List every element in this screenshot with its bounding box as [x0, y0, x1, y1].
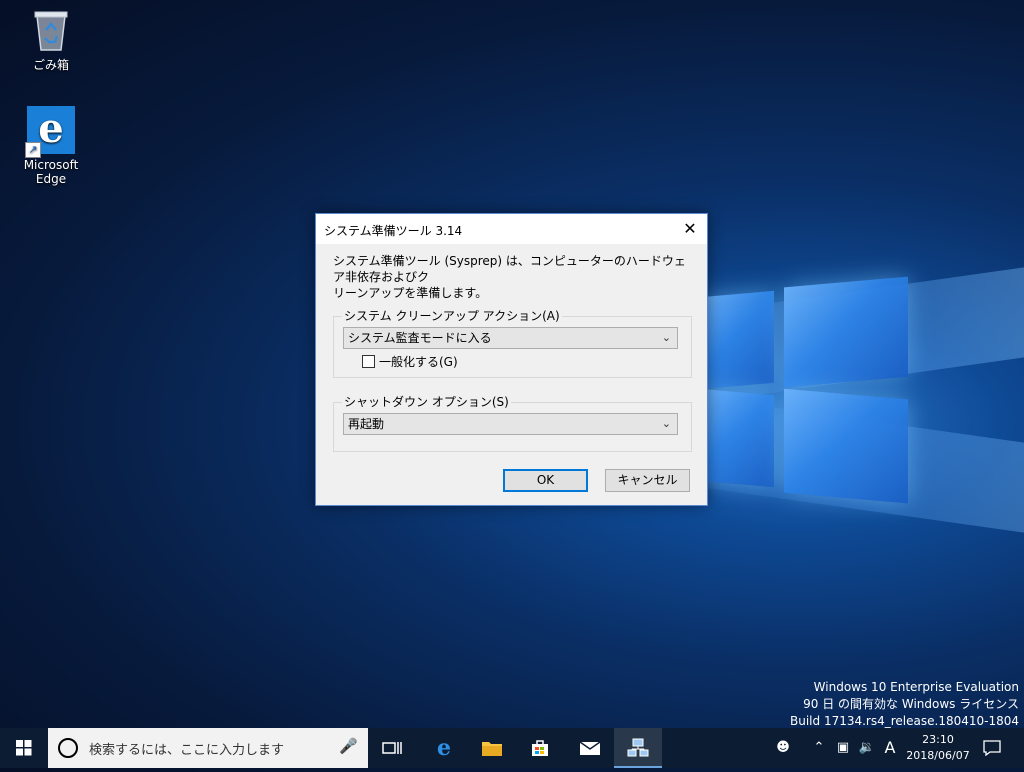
- chevron-down-icon: ⌄: [661, 331, 671, 344]
- taskbar: 検索するには、ここに入力します 🎤 e ☻ ⌃ ▣ 🔉 A 23:10 2018…: [0, 728, 1024, 768]
- shutdown-option-dropdown[interactable]: 再起動 ⌄: [343, 413, 678, 435]
- dialog-description: システム準備ツール (Sysprep) は、コンピューターのハードウェア非依存お…: [333, 254, 686, 300]
- show-hidden-icons-chevron-up-icon[interactable]: ⌃: [810, 728, 828, 768]
- desktop-icon-label: ごみ箱: [32, 58, 69, 72]
- ime-mode-indicator[interactable]: A: [880, 728, 900, 768]
- generalize-checkbox[interactable]: 一般化する(G): [362, 355, 458, 369]
- clock-date: 2018/06/07: [906, 749, 970, 762]
- sysprep-taskbar-icon[interactable]: [614, 728, 662, 768]
- cleanup-action-group: システム クリーンアップ アクション(A) システム監査モードに入る ⌄ 一般化…: [333, 309, 692, 378]
- cleanup-action-label: システム クリーンアップ アクション(A): [342, 309, 562, 323]
- shortcut-arrow-icon: ↗: [25, 142, 41, 158]
- desktop-icon-label: Microsoft Edge: [23, 158, 79, 186]
- search-placeholder: 検索するには、ここに入力します: [89, 743, 285, 758]
- dialog-title: システム準備ツール 3.14: [324, 224, 463, 238]
- system-clock[interactable]: 23:10 2018/06/07: [901, 732, 975, 764]
- microphone-icon[interactable]: 🎤: [339, 737, 358, 755]
- cortana-icon[interactable]: [58, 738, 78, 758]
- wallpaper-windows-logo: [700, 262, 912, 512]
- cleanup-action-dropdown[interactable]: システム監査モードに入る ⌄: [343, 327, 678, 349]
- generalize-label: 一般化する(G): [379, 355, 458, 369]
- volume-icon[interactable]: 🔉: [856, 728, 878, 768]
- chevron-down-icon: ⌄: [661, 417, 671, 430]
- desktop-icon-recycle-bin[interactable]: ごみ箱: [11, 8, 91, 73]
- action-center-icon[interactable]: [980, 728, 1004, 768]
- evaluation-watermark: Windows 10 Enterprise Evaluation 90 日 の間…: [790, 680, 1019, 728]
- close-icon[interactable]: ✕: [673, 214, 707, 244]
- people-icon[interactable]: ☻: [772, 728, 794, 768]
- file-explorer-icon[interactable]: [468, 728, 516, 768]
- network-icon[interactable]: ▣: [832, 728, 854, 768]
- desktop-icon-microsoft-edge[interactable]: e ↗ Microsoft Edge: [11, 106, 91, 187]
- checkbox-box[interactable]: [362, 355, 375, 368]
- dialog-titlebar[interactable]: システム準備ツール 3.14 ✕: [316, 214, 707, 244]
- mail-icon[interactable]: [566, 728, 614, 768]
- cleanup-action-value: システム監査モードに入る: [348, 331, 492, 345]
- windows-logo-icon: [16, 740, 32, 756]
- shutdown-option-group: シャットダウン オプション(S) 再起動 ⌄: [333, 395, 692, 452]
- taskbar-search-box[interactable]: 検索するには、ここに入力します 🎤: [48, 728, 368, 768]
- task-view-icon[interactable]: [368, 728, 416, 768]
- start-button[interactable]: [0, 728, 48, 768]
- ok-button[interactable]: OK: [503, 469, 588, 492]
- recycle-bin-icon: [33, 8, 69, 52]
- sysprep-dialog: システム準備ツール 3.14 ✕ システム準備ツール (Sysprep) は、コ…: [315, 213, 708, 506]
- edge-taskbar-icon[interactable]: e: [420, 728, 468, 768]
- shutdown-option-value: 再起動: [348, 417, 385, 431]
- edge-icon: e ↗: [25, 106, 75, 158]
- store-icon[interactable]: [516, 728, 564, 768]
- clock-time: 23:10: [922, 733, 954, 746]
- shutdown-option-label: シャットダウン オプション(S): [342, 395, 511, 409]
- cancel-button[interactable]: キャンセル: [605, 469, 690, 492]
